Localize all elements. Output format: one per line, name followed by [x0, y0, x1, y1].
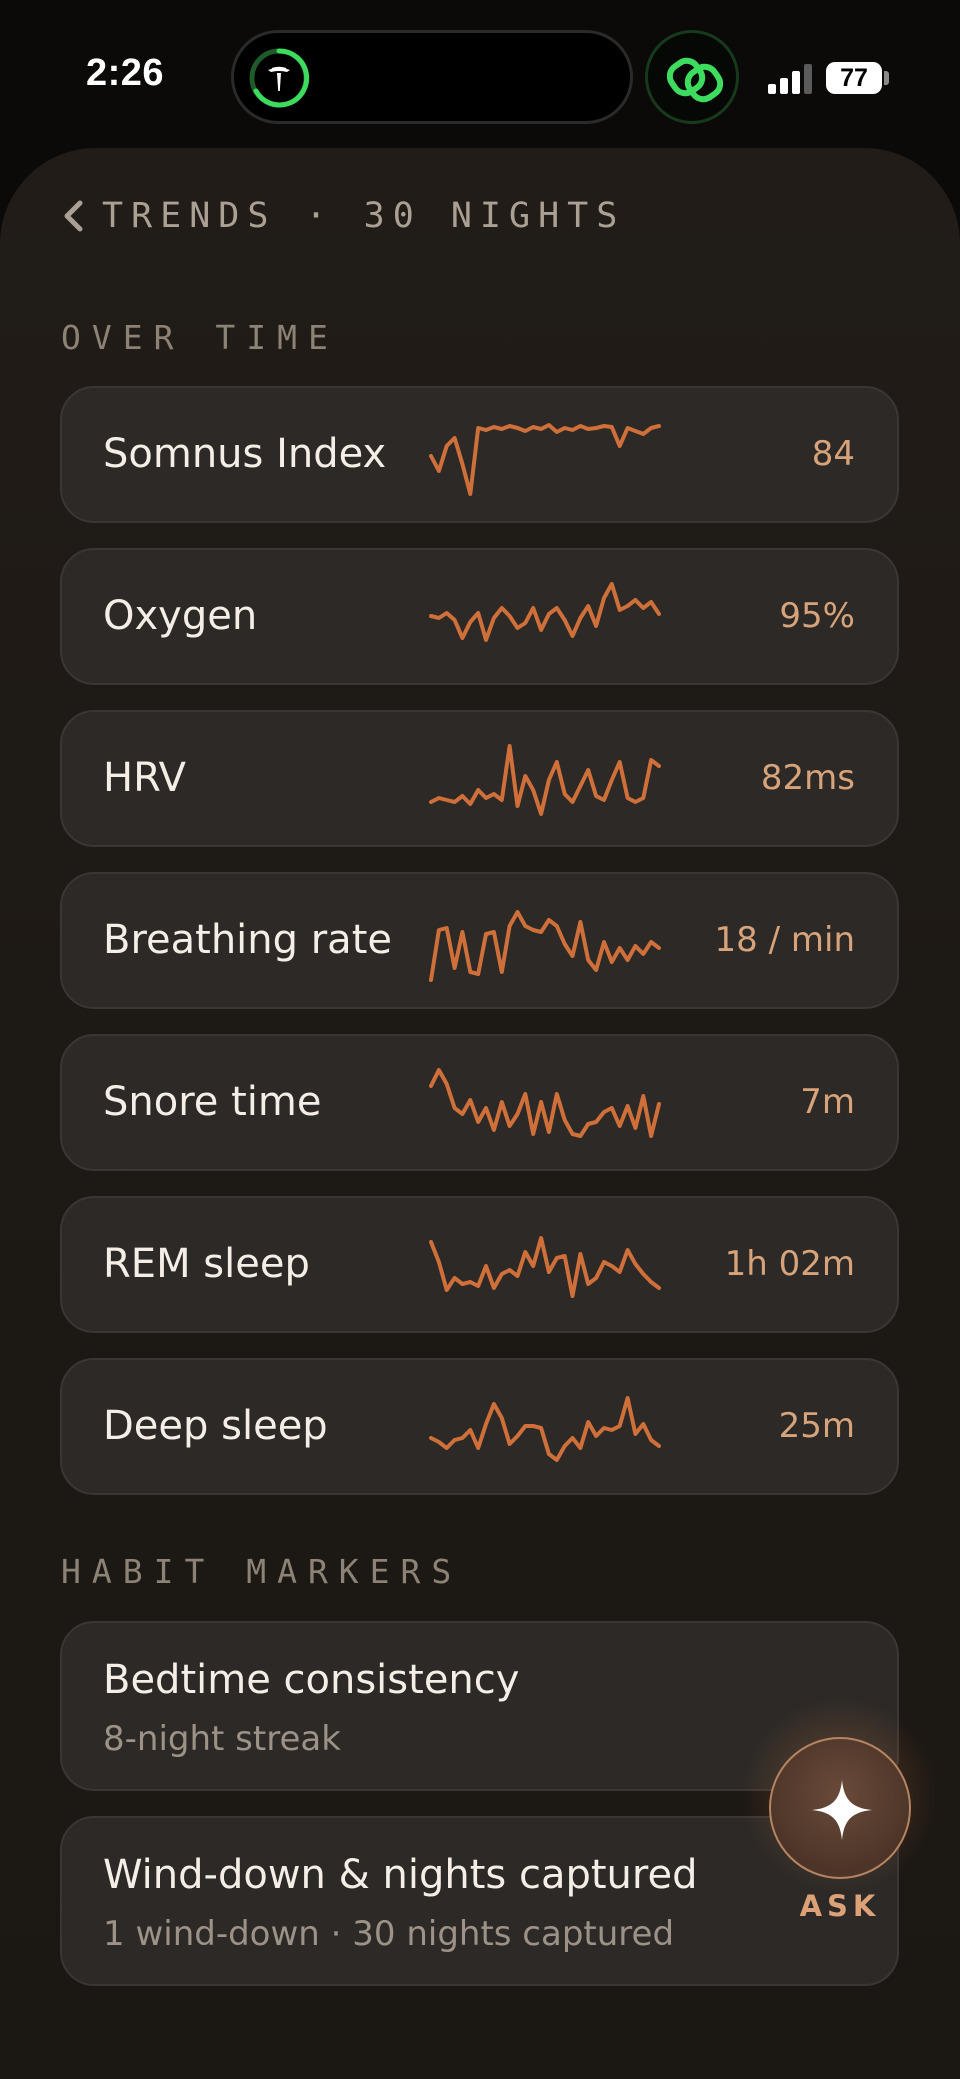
linked-rings-bubble[interactable] — [645, 30, 739, 124]
metric-card-rem-sleep[interactable]: REM sleep 1h 02m — [60, 1196, 899, 1333]
metric-card-oxygen[interactable]: Oxygen 95% — [60, 548, 899, 685]
sparkline-line — [429, 1068, 661, 1138]
metric-value: 7m — [800, 1082, 855, 1122]
metric-card-hrv[interactable]: HRV 82ms — [60, 710, 899, 847]
metric-card-snore-time[interactable]: Snore time 7m — [60, 1034, 899, 1171]
habit-title: Bedtime consistency — [103, 1657, 520, 1703]
habit-subtitle: 1 wind-down · 30 nights captured — [103, 1914, 675, 1954]
metric-card-deep-sleep[interactable]: Deep sleep 25m — [60, 1358, 899, 1495]
ask-label: ASK — [799, 1889, 881, 1923]
back-button[interactable]: TRENDS · 30 NIGHTS — [58, 196, 625, 236]
sparkline-line — [429, 423, 661, 496]
habit-title: Wind-down & nights captured — [103, 1852, 698, 1898]
tesla-icon — [249, 48, 310, 108]
sparkle-icon — [812, 1780, 872, 1840]
status-time: 2:26 — [86, 52, 165, 94]
sparkline-line — [429, 582, 661, 642]
metric-label: Snore time — [103, 1079, 322, 1125]
sparkline-line — [429, 910, 661, 982]
sparkline-chart — [429, 1236, 661, 1298]
metric-value: 18 / min — [714, 920, 855, 960]
section-over-time: OVER TIME — [61, 318, 339, 357]
sparkline-line — [429, 744, 661, 816]
sparkline-line — [429, 1236, 661, 1298]
metric-value: 25m — [778, 1406, 855, 1446]
sparkline-chart — [429, 1396, 661, 1462]
battery-cap — [884, 71, 889, 85]
metric-value: 1h 02m — [724, 1244, 855, 1284]
metric-label: REM sleep — [103, 1241, 310, 1287]
metric-card-somnus-index[interactable]: Somnus Index 84 — [60, 386, 899, 523]
sparkline-chart — [429, 1068, 661, 1138]
ask-button[interactable] — [769, 1737, 911, 1879]
sparkline-chart — [429, 910, 661, 982]
metric-label: HRV — [103, 755, 187, 801]
sparkline-chart — [429, 582, 661, 642]
chevron-left-icon — [64, 200, 83, 232]
metric-card-breathing-rate[interactable]: Breathing rate 18 / min — [60, 872, 899, 1009]
battery-indicator: 77 — [826, 62, 882, 94]
signal-icon — [768, 64, 812, 94]
metric-value: 95% — [779, 596, 855, 636]
metric-value: 82ms — [760, 758, 855, 798]
sparkline-line — [429, 1396, 661, 1462]
linked-rings-icon — [667, 57, 723, 103]
metric-label: Somnus Index — [103, 431, 387, 477]
metric-label: Deep sleep — [103, 1403, 328, 1449]
metric-value: 84 — [811, 434, 855, 474]
metric-label: Oxygen — [103, 593, 258, 639]
section-habit-markers: HABIT MARKERS — [61, 1552, 463, 1591]
habit-subtitle: 8-night streak — [103, 1719, 341, 1759]
metric-label: Breathing rate — [103, 917, 392, 963]
sparkline-chart — [429, 423, 661, 496]
page-title: TRENDS · 30 NIGHTS — [102, 196, 626, 236]
sparkline-chart — [429, 744, 661, 816]
status-bar: 2:26 77 — [0, 0, 960, 150]
dynamic-island[interactable] — [231, 30, 633, 124]
